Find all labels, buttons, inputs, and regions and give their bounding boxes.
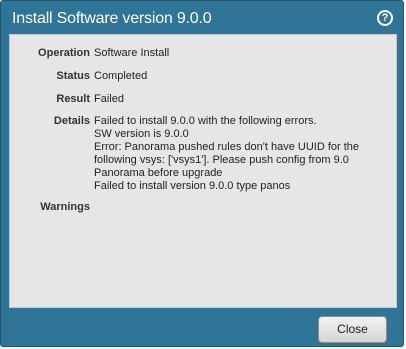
help-icon[interactable]: ?: [377, 10, 393, 26]
status-value: Completed: [94, 70, 148, 82]
operation-label: Operation: [38, 47, 90, 59]
details-value: Failed to install 9.0.0 with the followi…: [94, 115, 384, 193]
details-label: Details: [53, 115, 90, 127]
status-label: Status: [56, 70, 90, 82]
warnings-label: Warnings: [40, 201, 90, 213]
close-button[interactable]: Close: [318, 316, 387, 343]
details-line: Failed to install version 9.0.0 type pan…: [94, 180, 291, 192]
details-line: SW version is 9.0.0: [94, 128, 189, 140]
details-line: Error: Panorama pushed rules don't have …: [94, 141, 360, 153]
details-line: Panorama before upgrade: [94, 167, 223, 179]
details-line: Failed to install 9.0.0 with the followi…: [94, 115, 317, 127]
operation-value: Software Install: [94, 47, 170, 59]
result-label: Result: [56, 93, 90, 105]
dialog-title: Install Software version 9.0.0: [12, 10, 212, 27]
result-value: Failed: [94, 93, 124, 105]
install-software-dialog: Install Software version 9.0.0 ? Operati…: [0, 0, 404, 347]
details-panel: Operation Software Install Status Comple…: [9, 34, 397, 308]
details-line: following vsys: ['vsys1']. Please push c…: [94, 154, 349, 166]
